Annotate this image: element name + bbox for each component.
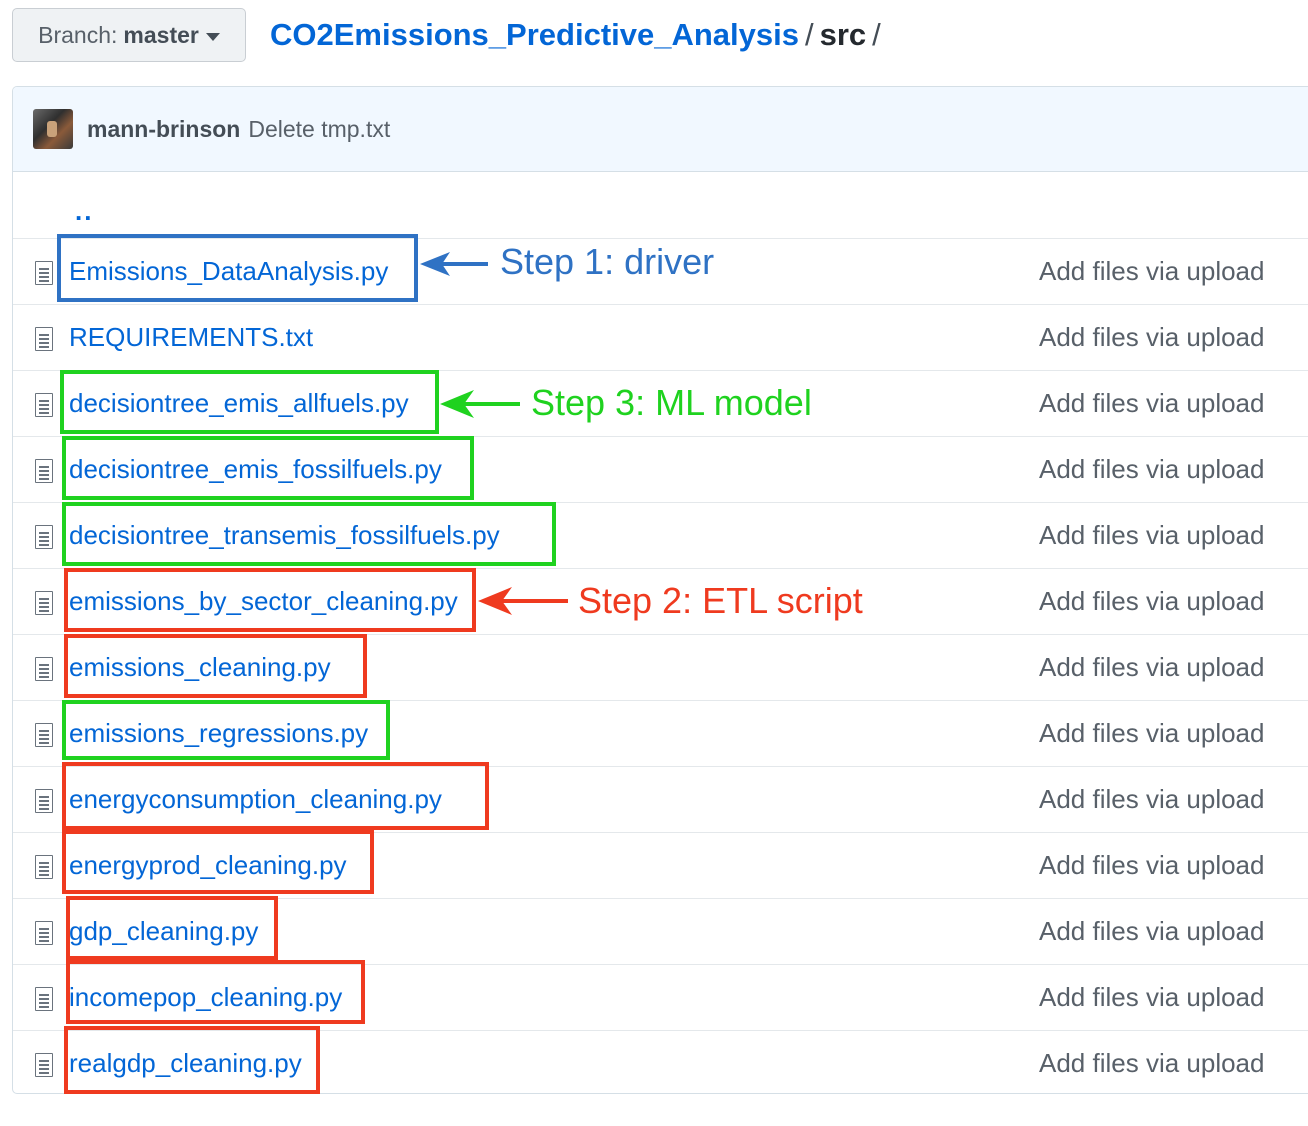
highlight-box-etl <box>64 568 476 632</box>
file-icon <box>35 921 53 945</box>
file-commit-message[interactable]: Add files via upload <box>1039 454 1264 485</box>
breadcrumb: CO2Emissions_Predictive_Analysis / src / <box>270 14 887 56</box>
latest-commit-bar: mann-brinson Delete tmp.txt <box>13 87 1308 172</box>
file-icon <box>35 723 53 747</box>
highlight-box-etl <box>66 896 278 960</box>
file-icon <box>35 261 53 285</box>
annotation-step2-label: Step 2: ETL script <box>578 580 863 621</box>
annotation-step3-label: Step 3: ML model <box>531 382 812 423</box>
file-commit-message[interactable]: Add files via upload <box>1039 652 1264 683</box>
file-icon <box>35 987 53 1011</box>
annotation-step1-label: Step 1: driver <box>500 241 715 282</box>
file-icon <box>35 525 53 549</box>
file-link[interactable]: REQUIREMENTS.txt <box>69 322 313 353</box>
parent-directory-row: .. <box>13 172 1308 238</box>
breadcrumb-current-folder: src <box>819 17 867 52</box>
breadcrumb-separator: / <box>804 17 814 52</box>
file-commit-message[interactable]: Add files via upload <box>1039 1048 1264 1079</box>
file-commit-message[interactable]: Add files via upload <box>1039 982 1264 1013</box>
highlight-box-ml-model <box>62 502 556 566</box>
file-commit-message[interactable]: Add files via upload <box>1039 784 1264 815</box>
parent-directory-link[interactable]: .. <box>75 196 93 227</box>
file-commit-message[interactable]: Add files via upload <box>1039 520 1264 551</box>
file-icon <box>35 855 53 879</box>
highlight-box-driver <box>57 234 418 302</box>
highlight-box-etl <box>64 1026 320 1094</box>
file-icon <box>35 591 53 615</box>
file-icon <box>35 657 53 681</box>
highlight-box-etl <box>66 960 365 1024</box>
highlight-box-ml-model <box>62 700 390 760</box>
commit-author-link[interactable]: mann-brinson <box>87 116 240 143</box>
file-icon <box>35 459 53 483</box>
breadcrumb-separator: / <box>872 17 881 52</box>
highlight-box-etl <box>64 634 367 698</box>
file-commit-message[interactable]: Add files via upload <box>1039 916 1264 947</box>
branch-prefix-label: Branch: <box>38 21 118 48</box>
commit-message-link[interactable]: Delete tmp.txt <box>248 116 390 143</box>
file-icon <box>35 393 53 417</box>
file-commit-message[interactable]: Add files via upload <box>1039 322 1264 353</box>
branch-selector-button[interactable]: Branch: master <box>12 8 246 62</box>
file-icon <box>35 1053 53 1077</box>
avatar[interactable] <box>33 109 73 149</box>
caret-down-icon <box>205 32 220 41</box>
branch-name: master <box>123 21 199 48</box>
highlight-box-ml-model <box>62 436 474 500</box>
file-commit-message[interactable]: Add files via upload <box>1039 718 1264 749</box>
file-row: REQUIREMENTS.txt Add files via upload <box>13 304 1308 370</box>
file-icon <box>35 789 53 813</box>
file-commit-message[interactable]: Add files via upload <box>1039 256 1264 287</box>
highlight-box-etl <box>62 830 374 894</box>
file-commit-message[interactable]: Add files via upload <box>1039 388 1264 419</box>
highlight-box-ml-model <box>60 370 439 434</box>
file-icon <box>35 327 53 351</box>
highlight-box-etl <box>62 762 489 830</box>
breadcrumb-repo-link[interactable]: CO2Emissions_Predictive_Analysis <box>270 17 799 52</box>
file-commit-message[interactable]: Add files via upload <box>1039 850 1264 881</box>
file-commit-message[interactable]: Add files via upload <box>1039 586 1264 617</box>
